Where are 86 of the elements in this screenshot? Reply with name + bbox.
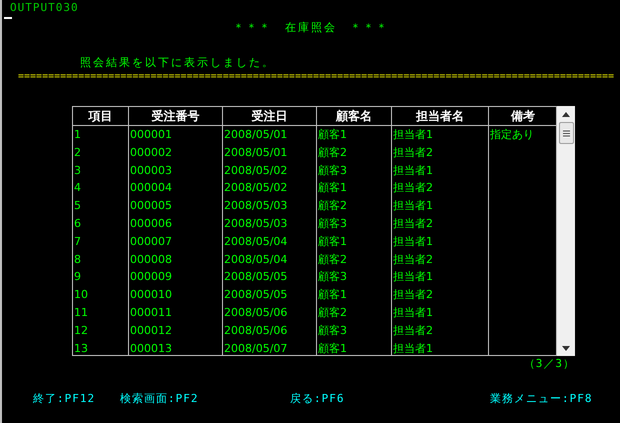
table-cell: 000003 (129, 162, 223, 180)
table-cell: 担当者2 (392, 322, 489, 340)
table-cell: 2 (73, 144, 129, 162)
table-cell: 2008/05/02 (223, 162, 317, 180)
table-cell: 顧客1 (317, 126, 392, 144)
up-arrow-icon (562, 112, 570, 116)
table-cell: 顧客3 (317, 268, 392, 286)
table-cell: 000004 (129, 179, 223, 198)
table-cell: 000006 (129, 214, 223, 233)
table-cell: 担当者2 (392, 144, 489, 162)
table-cell: 000009 (129, 268, 223, 286)
table-cell: 担当者1 (392, 232, 489, 251)
function-key-label: 業務メニュー:PF8 (490, 392, 594, 406)
table-cell: 000007 (129, 232, 223, 251)
table-cell: 担当者2 (392, 250, 489, 268)
table-cell: 担当者1 (392, 268, 489, 286)
table-cell: 000005 (129, 197, 223, 215)
table-cell: 000012 (129, 322, 223, 340)
table-cell: 担当者2 (392, 179, 489, 198)
table-cell: 2008/05/04 (223, 232, 317, 251)
function-key-label: 戻る:PF6 (290, 392, 346, 406)
table-cell: 8 (73, 250, 129, 268)
down-arrow-icon (562, 346, 570, 350)
table-cell: 7 (73, 232, 129, 251)
grip-icon (562, 130, 570, 136)
table-cell: 000001 (129, 126, 223, 144)
table-cell: 4 (73, 179, 129, 198)
table-cell: 担当者1 (392, 340, 489, 355)
table-cell: 顧客3 (317, 214, 392, 233)
column-header: 担当者名 (392, 107, 489, 126)
table-cell: 顧客1 (317, 179, 392, 198)
table-cell: 顧客1 (317, 340, 392, 355)
table-cell: 000010 (129, 286, 223, 304)
scrollbar[interactable] (557, 106, 575, 356)
table-cell: 10 (73, 286, 129, 304)
table-cell: 2008/05/06 (223, 304, 317, 322)
column-header: 受注日 (223, 107, 317, 126)
table-cell: 2008/05/05 (223, 286, 317, 304)
table-cell: 顧客1 (317, 232, 392, 251)
table-cell: 6 (73, 214, 129, 233)
table-cell: 9 (73, 268, 129, 286)
status-message: 照会結果を以下に表示しました。 (80, 56, 276, 70)
table-cell: 12 (73, 322, 129, 340)
table-cell: 2008/05/01 (223, 126, 317, 144)
table-cell: 11 (73, 304, 129, 322)
table-cell: 5 (73, 197, 129, 215)
table-cell: 2008/05/06 (223, 322, 317, 340)
table-cell: 顧客3 (317, 322, 392, 340)
table-cell: 1 (73, 126, 129, 144)
table-cell: 顧客3 (317, 162, 392, 180)
function-key-label: 検索画面:PF2 (120, 392, 200, 406)
table-cell: 担当者1 (392, 126, 489, 144)
function-key-label: 終了:PF12 (33, 392, 96, 406)
table-cell: 担当者2 (392, 286, 489, 304)
column-header: 受注番号 (129, 107, 223, 126)
table-cell: 担当者2 (392, 214, 489, 233)
table-cell: 2008/05/07 (223, 340, 317, 355)
screen-id: OUTPUT030 (9, 0, 80, 14)
table-cell: 顧客2 (317, 144, 392, 162)
table-cell: 2008/05/01 (223, 144, 317, 162)
column-header: 項目 (73, 107, 129, 126)
table-cell: 000002 (129, 144, 223, 162)
table-cell: 000008 (129, 250, 223, 268)
table-cell: 2008/05/02 (223, 179, 317, 198)
table-cell: 顧客1 (317, 286, 392, 304)
separator-line: =================================================================================================== (18, 72, 616, 82)
table-cell-text: 指定あり (489, 127, 535, 143)
table-cell: 担当者1 (392, 197, 489, 215)
table-cell: 担当者1 (392, 162, 489, 180)
table-cell: 担当者1 (392, 304, 489, 322)
table-cell: 2008/05/03 (223, 214, 317, 233)
table-cell: 000013 (129, 340, 223, 355)
column-header: 顧客名 (317, 107, 392, 126)
table-cell: 2008/05/04 (223, 250, 317, 268)
table-cell: 13 (73, 340, 129, 355)
page-indicator: （3／3） (522, 358, 575, 370)
table-cell: 顧客2 (317, 250, 392, 268)
table-cell: 000011 (129, 304, 223, 322)
text-cursor (4, 17, 12, 19)
table-cell: 顧客2 (317, 304, 392, 322)
screen-title: ＊＊＊ 在庫照会 ＊＊＊ (232, 21, 390, 35)
table-cell: 顧客2 (317, 197, 392, 215)
table-cell: 3 (73, 162, 129, 180)
table-cell: 2008/05/05 (223, 268, 317, 286)
table-cell: 2008/05/03 (223, 197, 317, 215)
scrollbar-thumb[interactable] (558, 122, 574, 144)
